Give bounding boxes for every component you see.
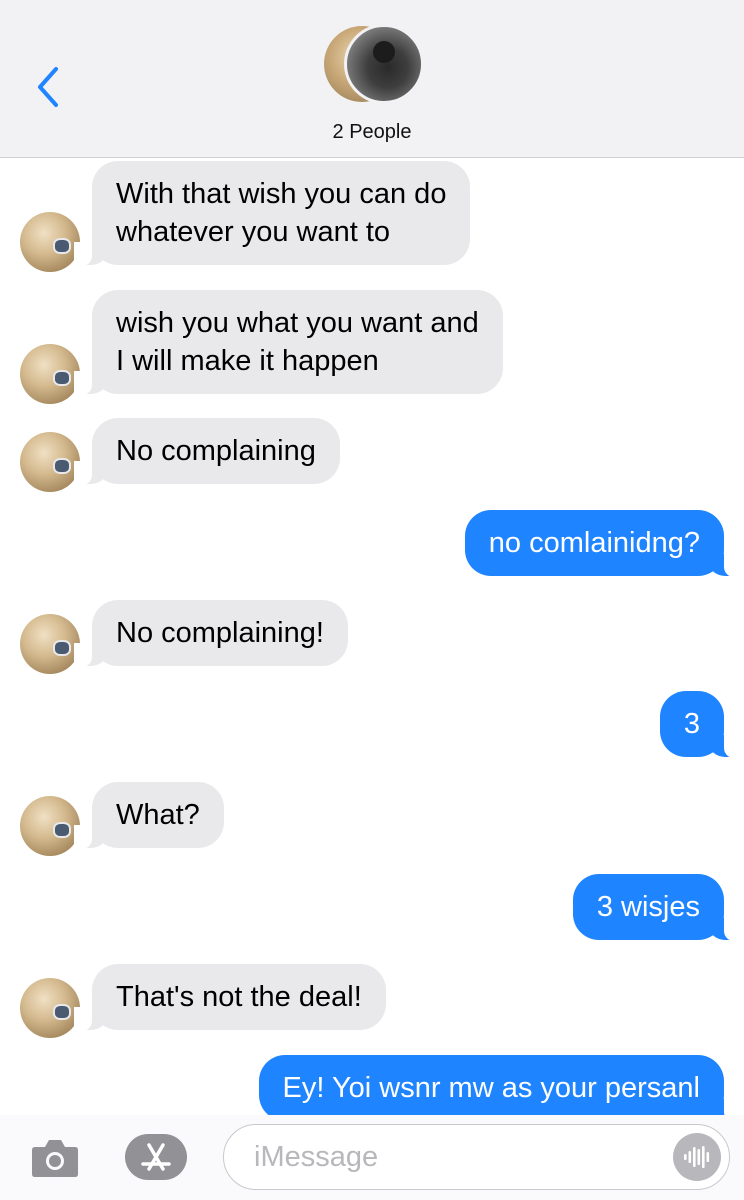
chevron-left-icon — [38, 67, 58, 107]
conversation-title[interactable]: 2 People — [0, 121, 744, 144]
back-button[interactable] — [28, 62, 68, 112]
incoming-message-bubble[interactable]: With that wish you can do whatever you w… — [73, 161, 471, 266]
sender-avatar[interactable] — [20, 978, 80, 1038]
message-field[interactable] — [223, 1124, 730, 1190]
conversation-header: 2 People — [0, 0, 744, 158]
incoming-message-bubble[interactable]: That's not the deal! — [74, 964, 386, 1031]
group-avatar[interactable] — [322, 24, 426, 106]
sender-avatar[interactable] — [20, 614, 80, 674]
incoming-message-bubble[interactable]: wish you what you want and I will make i… — [74, 290, 503, 395]
app-store-button[interactable] — [124, 1133, 188, 1181]
outgoing-message-bubble[interactable]: 3 wisjes — [572, 874, 743, 941]
audio-waveform-icon — [684, 1146, 710, 1168]
audio-message-button[interactable] — [673, 1133, 721, 1181]
app-store-icon — [125, 1134, 187, 1180]
message-thread[interactable]: With that wish you can do whatever you w… — [0, 159, 744, 1115]
message-input-bar — [0, 1115, 744, 1200]
incoming-message-bubble[interactable]: No complaining! — [74, 600, 348, 667]
incoming-message-bubble[interactable]: What? — [74, 782, 224, 849]
camera-button[interactable] — [30, 1135, 80, 1179]
outgoing-message-bubble[interactable]: 3 — [659, 691, 743, 758]
participant-avatar-2 — [344, 24, 424, 104]
message-input[interactable] — [254, 1137, 654, 1177]
sender-avatar[interactable] — [20, 212, 80, 272]
sender-avatar[interactable] — [20, 344, 80, 404]
outgoing-message-bubble[interactable]: no comlainidng? — [464, 510, 743, 577]
camera-icon — [32, 1140, 78, 1177]
outgoing-message-bubble[interactable]: Ey! Yoi wsnr mw as your persanl — [258, 1055, 743, 1115]
incoming-message-bubble[interactable]: No complaining — [74, 418, 340, 485]
sender-avatar[interactable] — [20, 432, 80, 492]
sender-avatar[interactable] — [20, 796, 80, 856]
